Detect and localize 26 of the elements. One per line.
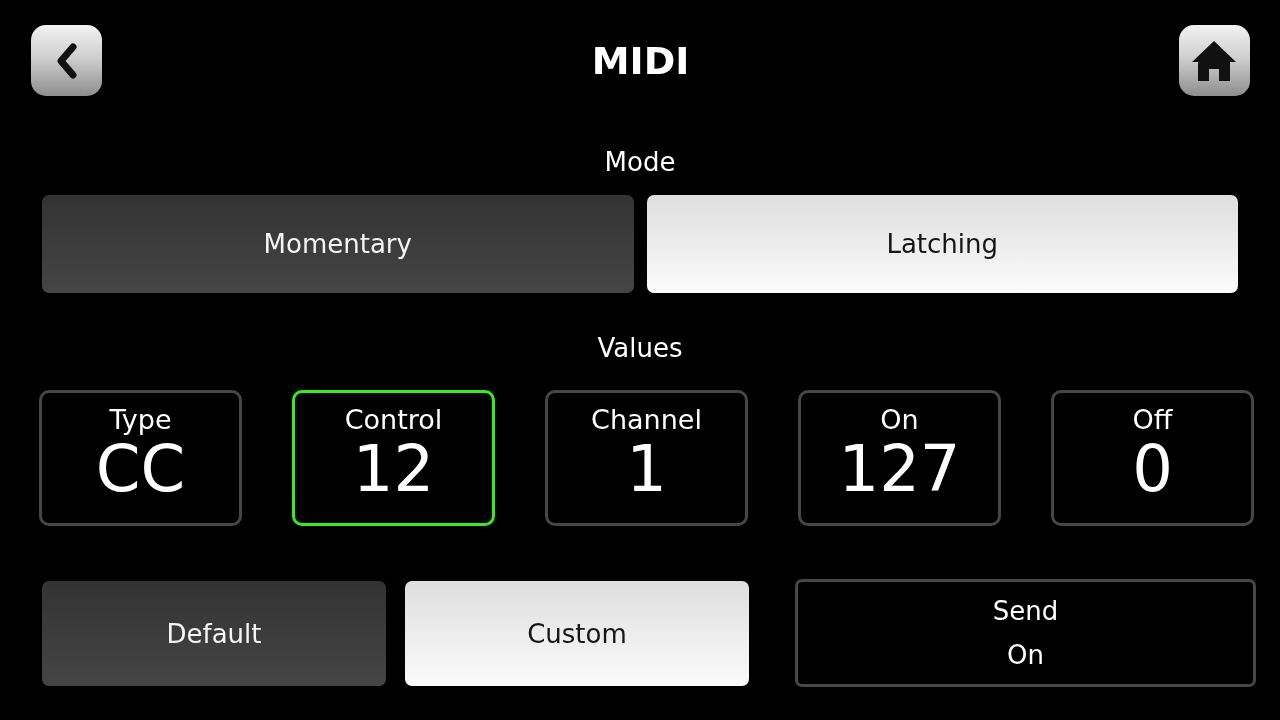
back-button[interactable] [31,25,102,96]
value-tile[interactable]: Type CC [39,390,242,526]
value-tile[interactable]: Control 12 [292,390,495,526]
value-tile[interactable]: On 127 [798,390,1001,526]
preset-option[interactable]: Custom [405,581,749,686]
section-label: Values [597,332,683,365]
tile-value: 127 [838,434,961,504]
value-tile[interactable]: Off 0 [1051,390,1254,526]
tile-value: CC [95,434,186,504]
send-toggle[interactable]: Send On [795,579,1256,687]
tile-label: Type [109,404,172,436]
section-label: Mode [604,146,676,179]
tile-value: 1 [626,434,667,504]
tile-value: 0 [1132,434,1173,504]
tile-label: Control [344,404,443,436]
mode-option[interactable]: Latching [646,195,1238,293]
mode-option[interactable]: Momentary [42,195,634,293]
tile-value: 12 [352,434,435,504]
value-tile[interactable]: Channel 1 [545,390,748,526]
screen-title: MIDI [591,37,690,84]
tile-label: Off [1132,404,1173,436]
tile-label: Channel [591,404,702,436]
tile-label: On [880,404,919,436]
home-button[interactable] [1179,25,1250,96]
preset-option[interactable]: Default [42,581,386,686]
back-icon [56,42,77,79]
